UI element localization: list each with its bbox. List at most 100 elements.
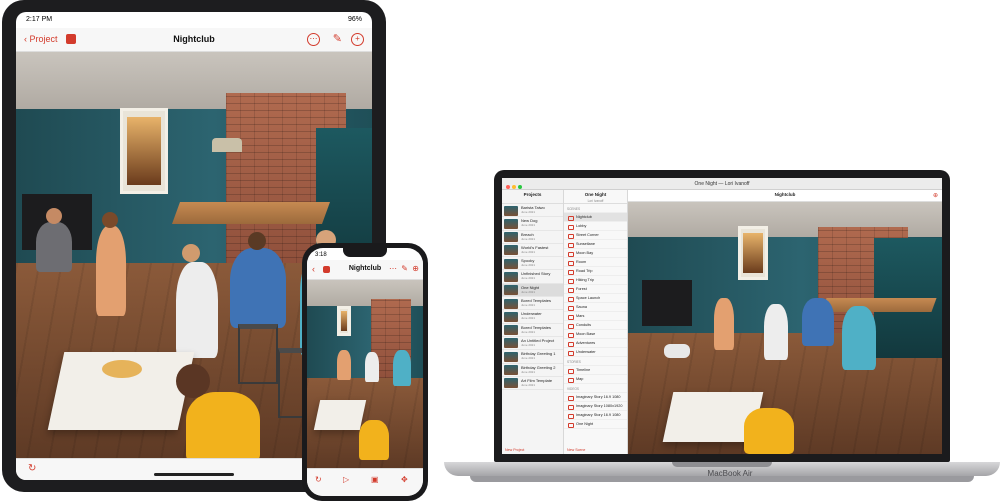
add-icon[interactable]: ⊕ [933, 192, 938, 199]
list-item[interactable]: Forest [564, 285, 627, 294]
list-item[interactable]: Mars [564, 312, 627, 321]
status-time: 2:17 PM [26, 16, 53, 23]
project-item[interactable]: Unfinished Story June 2021 [502, 270, 563, 284]
move-icon[interactable]: ✥ [401, 475, 408, 484]
project-date: June 2021 [521, 236, 536, 241]
projects-header: Projects [502, 190, 563, 204]
project-item[interactable]: Spooky June 2021 [502, 257, 563, 271]
project-date: June 2021 [521, 369, 536, 374]
person-yellow-hoodie [359, 420, 389, 460]
project-thumbnail [504, 285, 518, 296]
project-date: June 2021 [521, 342, 536, 347]
person-head [46, 208, 62, 224]
list-item[interactable]: Lobby [564, 222, 627, 231]
scene-list: Nightclub Lobby Street Corner Sunsetlane Moo… [564, 213, 627, 357]
home-indicator [154, 473, 234, 476]
ipad-nav-bar: ‹ Project Nightclub ⋯ ✎ + [16, 28, 372, 52]
project-item[interactable]: An Untitled Project June 2021 [502, 337, 563, 351]
list-item[interactable]: Imaginary Story 1080x1920 [564, 402, 627, 411]
list-item[interactable]: One Night [564, 420, 627, 429]
list-item[interactable]: Conduits [564, 321, 627, 330]
project-date: June 2021 [521, 382, 536, 387]
project-thumbnail [504, 232, 518, 243]
rotate-icon[interactable]: ↻ [315, 475, 322, 484]
dog [664, 344, 690, 358]
list-item[interactable]: Nightclub [564, 213, 627, 222]
list-item[interactable]: Underwater [564, 348, 627, 357]
brush-icon[interactable]: ✎ [401, 264, 408, 273]
story-list: Timeline Map [564, 366, 627, 384]
new-scene-button[interactable]: New Scene [567, 448, 585, 452]
rotate-icon[interactable]: ↻ [28, 463, 36, 474]
person-group [365, 352, 379, 382]
window-titlebar: One Night — Lori Ivanoff [502, 178, 942, 190]
status-battery: 96% [347, 16, 362, 23]
person-white-shirt [764, 304, 788, 360]
project-item[interactable]: New Dog June 2021 [502, 217, 563, 231]
macbook-brand-label: MacBook Air [707, 469, 753, 478]
project-thumbnail [504, 258, 518, 269]
project-thumbnail [504, 338, 518, 349]
iphone-screen: 3:18 ‹ Nightclub ⋯ ✎ ⊕ ↻ ▷ ▣ ✥ [307, 248, 423, 496]
project-item[interactable]: Art Film Template June 2021 [502, 377, 563, 391]
project-item[interactable]: Birthday Greeting 2 June 2021 [502, 364, 563, 377]
iphone-3d-viewport[interactable] [307, 280, 423, 468]
person-blue-shirt [230, 248, 286, 328]
piano [642, 280, 692, 326]
list-item[interactable]: Moon Bay [564, 249, 627, 258]
window [738, 226, 768, 280]
iphone-device: 3:18 ‹ Nightclub ⋯ ✎ ⊕ ↻ ▷ ▣ ✥ [302, 243, 428, 501]
bar-stool [238, 324, 278, 384]
add-icon[interactable]: ⊕ [412, 264, 419, 273]
dining-table [313, 400, 367, 430]
video-icon[interactable]: ▷ [343, 475, 349, 484]
project-date: June 2021 [521, 263, 536, 268]
project-item[interactable]: World's Fastest June 2021 [502, 244, 563, 258]
bar-counter [821, 298, 937, 312]
projects-sidebar: Projects Barista Taiwo June 2021 New Dog Ju… [502, 190, 564, 454]
project-thumbnail [504, 351, 518, 362]
mac-3d-viewport[interactable] [628, 202, 942, 454]
video-list: Imaginary Story 16.9 1080 Imaginary Story… [564, 393, 627, 429]
project-item[interactable]: Breach June 2021 [502, 231, 563, 244]
project-date: June 2021 [521, 276, 536, 281]
brush-icon[interactable]: ✎ [333, 32, 342, 45]
list-item[interactable]: Sauna [564, 303, 627, 312]
project-item[interactable]: One Night June 2021 [502, 283, 563, 298]
project-date: June 2021 [521, 316, 536, 321]
list-item[interactable]: Sunsetlane [564, 240, 627, 249]
camera-icon[interactable]: ▣ [371, 475, 379, 484]
window [120, 108, 168, 194]
list-item[interactable]: Imaginary Story 16.9 1080 [564, 393, 627, 402]
person-group [337, 350, 351, 380]
more-icon[interactable]: ⋯ [389, 264, 397, 273]
iphone-nav-bar: ‹ Nightclub ⋯ ✎ ⊕ [307, 260, 423, 280]
project-thumbnail [504, 271, 518, 282]
project-item[interactable]: Barista Taiwo June 2021 [502, 204, 563, 218]
project-item[interactable]: Underwater June 2021 [502, 310, 563, 324]
person-blue-shirt [802, 298, 834, 346]
scene-title: Nightclub [628, 190, 942, 202]
list-item[interactable]: Street Corner [564, 231, 627, 240]
project-item[interactable]: Birthday Greeting 1 June 2021 [502, 350, 563, 364]
person-group [393, 350, 411, 386]
list-item[interactable]: Road Trip [564, 267, 627, 276]
person-yellow-hoodie [744, 408, 794, 454]
project-thumbnail [504, 205, 518, 216]
list-item[interactable]: Timeline [564, 366, 627, 375]
list-item[interactable]: Map [564, 375, 627, 384]
new-project-button[interactable]: New Project [505, 448, 524, 452]
list-item[interactable]: Imaginary Story 16.9 1080 [564, 411, 627, 420]
more-icon[interactable]: ⋯ [307, 33, 320, 46]
project-item[interactable]: Bored Templates June 2021 [502, 297, 563, 311]
list-item[interactable]: Moon Base [564, 330, 627, 339]
add-icon[interactable]: + [351, 33, 364, 46]
list-item[interactable]: Hiking Trip [564, 276, 627, 285]
window-title: One Night — Lori Ivanoff [694, 181, 750, 187]
project-item[interactable]: Bored Templates June 2021 [502, 324, 563, 337]
project-header: One Night Lori Ivanoff [564, 190, 627, 204]
floor-lamp [212, 138, 242, 152]
list-item[interactable]: Space Launch [564, 294, 627, 303]
list-item[interactable]: Room [564, 258, 627, 267]
list-item[interactable]: Adventures [564, 339, 627, 348]
